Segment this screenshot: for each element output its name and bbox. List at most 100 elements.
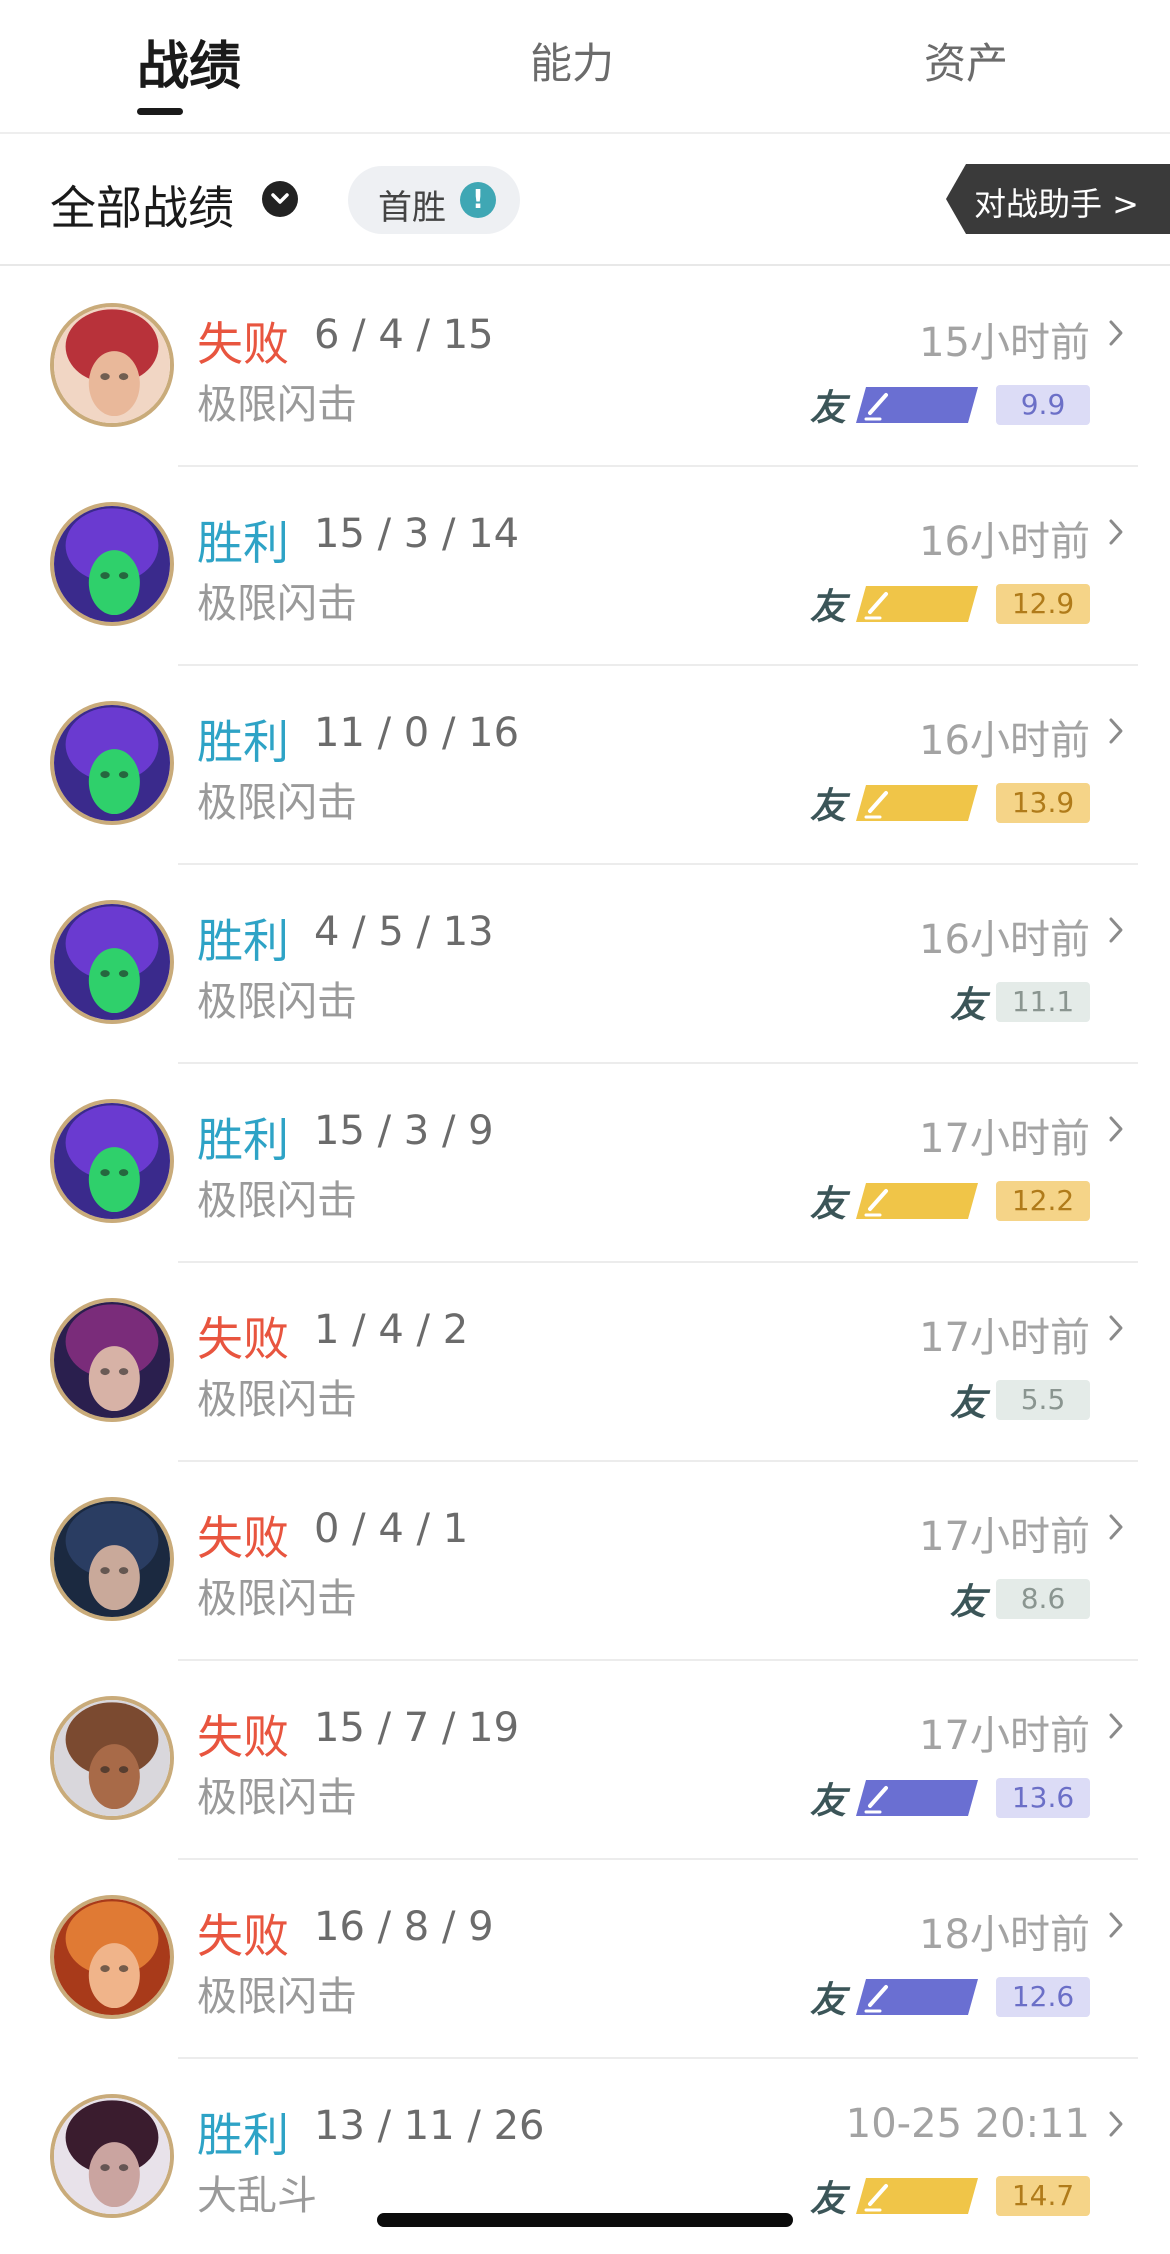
match-kda: 0 / 4 / 1	[314, 1506, 469, 1552]
match-row[interactable]: 胜利 15 / 3 / 14 极限闪击 16小时前 友 12.9	[0, 467, 1170, 666]
match-row[interactable]: 失败 15 / 7 / 19 极限闪击 17小时前 友 13.6	[0, 1661, 1170, 1860]
tab-record[interactable]: 战绩	[137, 24, 241, 99]
chevron-right-icon	[1109, 718, 1123, 744]
champion-portrait-void-purple	[50, 502, 174, 626]
chevron-right-icon	[1109, 1713, 1123, 1739]
match-score: 9.9	[996, 385, 1090, 425]
tab-ability[interactable]: 能力	[530, 30, 614, 91]
champion-portrait-red-hair	[50, 303, 174, 427]
match-time: 16小时前	[919, 917, 1090, 963]
match-time: 16小时前	[919, 718, 1090, 764]
svp-badge-icon	[856, 1776, 978, 1820]
match-score: 12.9	[996, 584, 1090, 624]
match-score: 14.7	[996, 2176, 1090, 2216]
match-mode: 大乱斗	[197, 2173, 317, 2219]
match-result: 胜利	[197, 2108, 289, 2162]
info-icon: !	[460, 182, 496, 218]
friend-badge: 友	[949, 985, 986, 1026]
match-time: 15小时前	[919, 320, 1090, 366]
match-row[interactable]: 胜利 4 / 5 / 13 极限闪击 16小时前 友 11.1	[0, 865, 1170, 1064]
match-badges: 友 11.1	[950, 977, 1090, 1027]
active-tab-indicator	[137, 108, 183, 115]
match-score: 8.6	[996, 1579, 1090, 1619]
match-score: 12.2	[996, 1181, 1090, 1221]
match-result: 胜利	[197, 715, 289, 769]
match-badges: 友 13.6	[810, 1773, 1090, 1823]
tab-assets[interactable]: 资产	[924, 30, 1008, 91]
champion-portrait-crowned	[50, 2094, 174, 2218]
record-filter-dropdown[interactable]: 全部战绩	[50, 172, 234, 238]
champion-portrait-void-purple	[50, 701, 174, 825]
first-win-label: 首胜	[378, 188, 446, 228]
match-kda: 6 / 4 / 15	[314, 312, 494, 358]
match-badges: 友 8.6	[950, 1574, 1090, 1624]
match-row[interactable]: 胜利 11 / 0 / 16 极限闪击 16小时前 友 13.9	[0, 666, 1170, 865]
chevron-right-icon	[1109, 320, 1123, 346]
match-kda: 1 / 4 / 2	[314, 1307, 469, 1353]
chevron-right-icon	[1109, 1315, 1123, 1341]
match-time: 17小时前	[919, 1514, 1090, 1560]
battle-assistant-label: 对战助手 >	[974, 185, 1139, 223]
match-row[interactable]: 失败 16 / 8 / 9 极限闪击 18小时前 友 12.6	[0, 1860, 1170, 2059]
champion-portrait-lucian	[50, 1696, 174, 1820]
match-mode: 极限闪击	[197, 382, 357, 428]
friend-badge: 友	[809, 1781, 846, 1822]
match-score: 12.6	[996, 1977, 1090, 2017]
chevron-down-icon[interactable]	[262, 181, 298, 217]
match-time: 17小时前	[919, 1713, 1090, 1759]
svp-badge-icon	[856, 383, 978, 427]
first-win-pill[interactable]: 首胜 !	[348, 166, 520, 234]
match-badges: 友 9.9	[810, 380, 1090, 430]
match-mode: 极限闪击	[197, 1974, 357, 2020]
friend-badge: 友	[809, 2179, 846, 2220]
match-time: 18小时前	[919, 1912, 1090, 1958]
chevron-right-icon	[1109, 1912, 1123, 1938]
match-time: 16小时前	[919, 519, 1090, 565]
match-row[interactable]: 失败 6 / 4 / 15 极限闪击 15小时前 友 9.9	[0, 268, 1170, 467]
mvp-badge-icon	[856, 781, 978, 825]
friend-badge: 友	[809, 1184, 846, 1225]
match-time: 17小时前	[919, 1315, 1090, 1361]
match-score: 5.5	[996, 1380, 1090, 1420]
battle-assistant-button[interactable]: 对战助手 >	[946, 164, 1170, 234]
match-kda: 11 / 0 / 16	[314, 710, 520, 756]
chevron-right-icon	[1109, 917, 1123, 943]
champion-portrait-orange-hair	[50, 1895, 174, 2019]
mvp-badge-icon	[856, 2174, 978, 2218]
match-badges: 友 12.2	[810, 1176, 1090, 1226]
chevron-right-icon	[1109, 519, 1123, 545]
friend-badge: 友	[809, 1980, 846, 2021]
match-row[interactable]: 失败 0 / 4 / 1 极限闪击 17小时前 友 8.6	[0, 1462, 1170, 1661]
match-badges: 友 12.9	[810, 579, 1090, 629]
champion-portrait-dark-hair	[50, 1497, 174, 1621]
match-mode: 极限闪击	[197, 979, 357, 1025]
match-result: 失败	[197, 317, 289, 371]
champion-portrait-void-purple	[50, 1099, 174, 1223]
chevron-right-icon	[1109, 1116, 1123, 1142]
match-result: 失败	[197, 1312, 289, 1366]
match-mode: 极限闪击	[197, 581, 357, 627]
match-result: 失败	[197, 1710, 289, 1764]
champion-portrait-void-purple	[50, 900, 174, 1024]
match-result: 胜利	[197, 516, 289, 570]
match-score: 13.9	[996, 783, 1090, 823]
match-mode: 极限闪击	[197, 1377, 357, 1423]
match-kda: 15 / 3 / 9	[314, 1108, 494, 1154]
match-mode: 极限闪击	[197, 1178, 357, 1224]
mvp-badge-icon	[856, 582, 978, 626]
champion-portrait-vayne	[50, 1298, 174, 1422]
match-result: 胜利	[197, 914, 289, 968]
match-kda: 15 / 3 / 14	[314, 511, 520, 557]
match-kda: 4 / 5 / 13	[314, 909, 494, 955]
match-row[interactable]: 失败 1 / 4 / 2 极限闪击 17小时前 友 5.5	[0, 1263, 1170, 1462]
match-badges: 友 5.5	[950, 1375, 1090, 1425]
friend-badge: 友	[809, 786, 846, 827]
match-row[interactable]: 胜利 15 / 3 / 9 极限闪击 17小时前 友 12.2	[0, 1064, 1170, 1263]
match-mode: 极限闪击	[197, 1576, 357, 1622]
match-result: 胜利	[197, 1113, 289, 1167]
match-kda: 15 / 7 / 19	[314, 1705, 520, 1751]
friend-badge: 友	[949, 1383, 986, 1424]
match-mode: 极限闪击	[197, 1775, 357, 1821]
tab-bar: 战绩 能力 资产	[0, 0, 1170, 134]
match-result: 失败	[197, 1511, 289, 1565]
